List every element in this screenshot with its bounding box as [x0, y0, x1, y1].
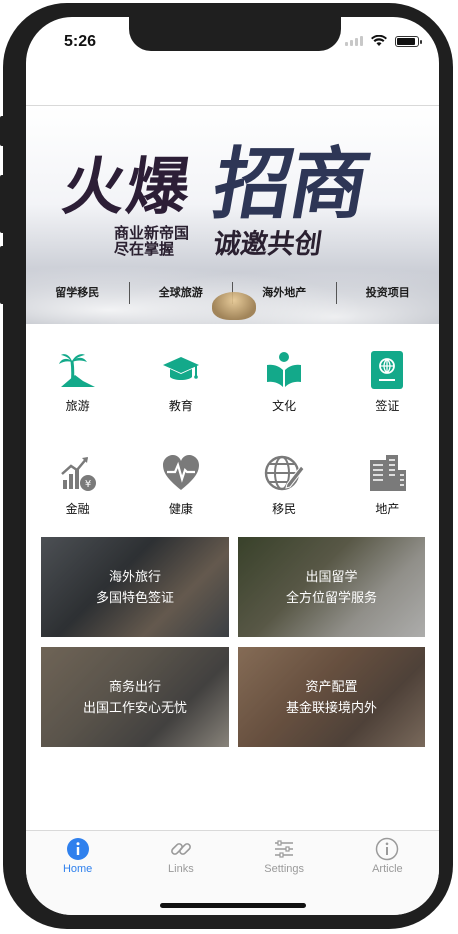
category-grid: 旅游 教育 文化 签证 ¥ 金融 健康 移民 地产 [26, 339, 439, 545]
svg-text:¥: ¥ [84, 479, 90, 490]
card-subtitle: 多国特色签证 [95, 590, 174, 605]
category-row: 旅游 教育 文化 签证 [26, 339, 439, 442]
promo-banner[interactable]: 火爆 招商 商业新帝国 尽在掌握 诚邀共创 留学移民 全球旅游 海外地产 投资项… [26, 106, 439, 324]
category-health[interactable]: 健康 [129, 442, 232, 545]
battery-icon [395, 35, 422, 47]
banner-subtitle: 商业新帝国 尽在掌握 [114, 226, 189, 258]
notch [129, 17, 341, 51]
globe-pen-icon [264, 455, 305, 491]
category-label: 文化 [272, 399, 297, 413]
category-education[interactable]: 教育 [129, 339, 232, 442]
category-label: 地产 [375, 502, 400, 516]
tab-label: Settings [264, 863, 304, 875]
tab-home[interactable]: Home [26, 831, 129, 915]
heartbeat-icon [162, 455, 199, 490]
tab-label: Links [168, 863, 194, 875]
phone-screen: 5:26 火爆 招商 商业新帝国 尽在掌握 诚邀共创 留学移民 全球旅游 海外地… [26, 17, 439, 915]
cellular-signal-icon [345, 36, 363, 46]
card-title: 商务出行 [108, 679, 161, 694]
graduation-cap-icon [162, 357, 199, 380]
category-label: 金融 [65, 502, 90, 516]
card-title: 海外旅行 [108, 569, 161, 584]
info-circle-icon [66, 838, 89, 860]
banner-tag: 投资项目 [365, 287, 410, 299]
category-real-estate[interactable]: 地产 [336, 442, 439, 545]
category-label: 移民 [272, 502, 297, 516]
banner-title-right: 招商 [206, 140, 375, 230]
card-subtitle: 出国工作安心无忧 [82, 700, 187, 715]
card-overseas-travel[interactable]: 海外旅行 多国特色签证 [41, 537, 229, 637]
open-book-icon [267, 352, 302, 387]
tab-bar: Home Links Settings Article [26, 830, 439, 915]
banner-title-left: 火爆 [58, 150, 197, 223]
banner-subtitle-line2: 尽在掌握 [114, 241, 175, 258]
card-title: 资产配置 [305, 679, 358, 694]
tab-article[interactable]: Article [336, 831, 439, 915]
category-label: 旅游 [65, 399, 90, 413]
category-label: 签证 [375, 399, 400, 413]
device: 5:26 火爆 招商 商业新帝国 尽在掌握 诚邀共创 留学移民 全球旅游 海外地… [0, 0, 458, 934]
card-business-travel[interactable]: 商务出行 出国工作安心无忧 [41, 647, 229, 747]
phone-frame: 5:26 火爆 招商 商业新帝国 尽在掌握 诚邀共创 留学移民 全球旅游 海外地… [3, 3, 453, 929]
home-indicator[interactable] [160, 903, 306, 908]
card-subtitle: 全方位留学服务 [285, 590, 377, 605]
category-immigration[interactable]: 移民 [233, 442, 336, 545]
card-subtitle: 基金联接境内外 [285, 700, 377, 715]
link-icon [170, 843, 191, 855]
service-cards: 海外旅行 多国特色签证 出国留学 全方位留学服务 商务出行 出国工作安心无忧 资… [41, 537, 425, 747]
category-culture[interactable]: 文化 [233, 339, 336, 442]
category-visa[interactable]: 签证 [336, 339, 439, 442]
status-time: 5:26 [64, 33, 97, 50]
card-study-abroad[interactable]: 出国留学 全方位留学服务 [238, 537, 425, 637]
card-asset-allocation[interactable]: 资产配置 基金联接境内外 [238, 647, 425, 747]
info-circle-outline-icon [376, 837, 399, 861]
banner-slogan: 诚邀共创 [211, 229, 324, 259]
tab-label: Home [62, 863, 93, 875]
category-finance[interactable]: ¥ 金融 [26, 442, 129, 545]
category-travel[interactable]: 旅游 [26, 339, 129, 442]
navigation-bar: 5:26 [26, 17, 439, 106]
status-icons [345, 35, 422, 47]
passport-icon [371, 351, 404, 389]
buildings-icon [370, 455, 407, 491]
banner-tag: 留学移民 [26, 282, 130, 304]
trophy-image [212, 292, 256, 320]
tab-label: Article [372, 863, 403, 875]
category-label: 教育 [168, 399, 193, 413]
banner-subtitle-line1: 商业新帝国 [114, 225, 190, 242]
card-title: 出国留学 [305, 569, 358, 584]
wifi-icon [371, 35, 387, 46]
category-row: ¥ 金融 健康 移民 地产 [26, 442, 439, 545]
category-label: 健康 [168, 502, 193, 516]
palm-tree-icon [58, 354, 95, 387]
sliders-icon [275, 840, 294, 858]
finance-chart-icon: ¥ [60, 457, 96, 491]
